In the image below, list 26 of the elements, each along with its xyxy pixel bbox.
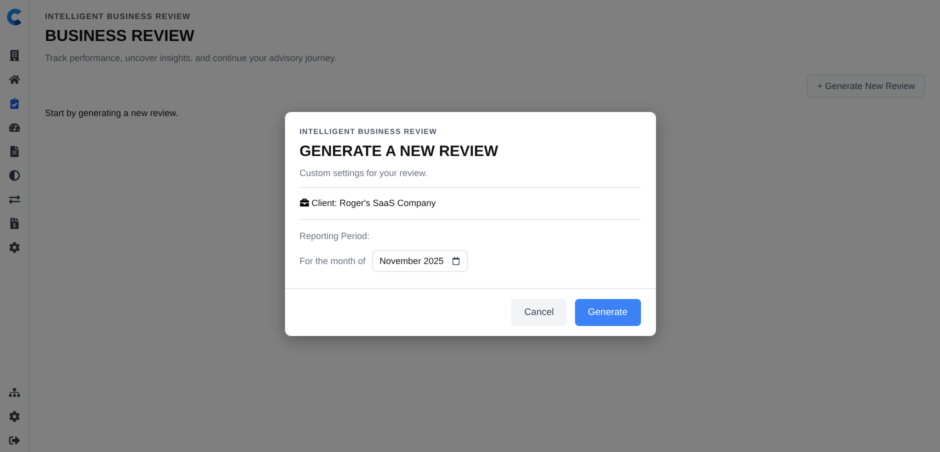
dialog-subtitle: Custom settings for your review. bbox=[300, 168, 640, 188]
invoice-icon[interactable] bbox=[9, 218, 20, 229]
month-label: For the month of bbox=[300, 256, 366, 266]
page-title: BUSINESS REVIEW bbox=[45, 28, 196, 46]
empty-message: Start by generating a new review. bbox=[45, 108, 180, 118]
client-name: Client: Roger's SaaS Company bbox=[312, 198, 436, 208]
page-subtitle: Track performance, uncover insights, and continue your advisory journey. bbox=[45, 53, 338, 63]
settings-icon[interactable] bbox=[9, 411, 20, 422]
briefcase-icon bbox=[300, 198, 308, 207]
building-icon[interactable] bbox=[9, 50, 20, 61]
dialog-title: GENERATE A NEW REVIEW bbox=[300, 142, 500, 160]
sign-out-icon[interactable] bbox=[9, 435, 20, 446]
cancel-button[interactable]: Cancel bbox=[511, 298, 567, 326]
clipboard-check-icon[interactable] bbox=[9, 98, 20, 109]
sitemap-icon[interactable] bbox=[9, 387, 20, 398]
calendar-icon[interactable] bbox=[452, 256, 460, 264]
home-icon[interactable] bbox=[9, 74, 20, 85]
generate-button[interactable]: Generate bbox=[574, 298, 640, 326]
period-label: Reporting Period: bbox=[300, 230, 371, 240]
gauge-icon[interactable] bbox=[9, 122, 20, 133]
settings-icon[interactable] bbox=[9, 242, 20, 253]
generate-new-review-button[interactable]: + Generate New Review bbox=[807, 74, 925, 98]
document-icon[interactable] bbox=[9, 146, 20, 157]
arrows-icon[interactable] bbox=[9, 194, 20, 205]
month-field[interactable]: November 2025 bbox=[372, 250, 468, 272]
section-label: INTELLIGENT BUSINESS REVIEW bbox=[45, 12, 192, 21]
